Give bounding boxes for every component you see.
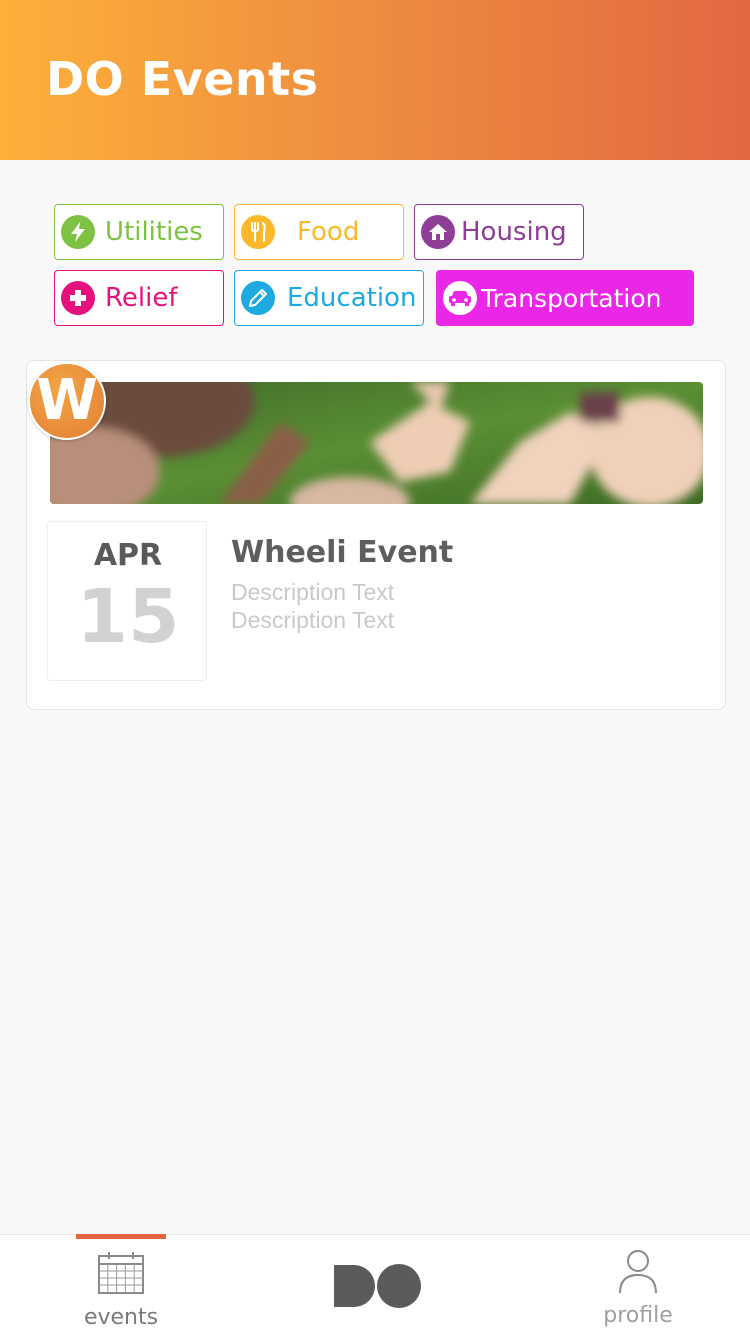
organizer-avatar: W bbox=[28, 362, 106, 440]
filter-chip-label: Utilities bbox=[105, 217, 203, 247]
filter-chip-label: Food bbox=[297, 217, 360, 247]
tab-events-label: events bbox=[83, 1305, 159, 1330]
filter-chip-food[interactable]: Food bbox=[234, 204, 404, 260]
event-title: Wheeli Event bbox=[231, 535, 454, 570]
utensils-icon bbox=[241, 215, 275, 249]
pencil-icon bbox=[241, 281, 275, 315]
app-header: DO Events bbox=[0, 0, 750, 160]
event-description-line: Description Text bbox=[231, 607, 395, 633]
filter-chip-education[interactable]: Education bbox=[234, 270, 424, 326]
filter-chip-relief[interactable]: Relief bbox=[54, 270, 224, 326]
filter-chip-label: Education bbox=[287, 283, 417, 313]
filter-chip-transportation[interactable]: Transportation bbox=[436, 270, 694, 326]
event-banner-image bbox=[50, 382, 703, 504]
filter-chip-utilities[interactable]: Utilities bbox=[54, 204, 224, 260]
organizer-avatar-letter: W bbox=[36, 368, 98, 433]
filter-chip-label: Transportation bbox=[481, 283, 662, 313]
event-description-line: Description Text bbox=[231, 579, 395, 605]
tab-profile-label: profile bbox=[603, 1303, 673, 1328]
filter-chip-housing[interactable]: Housing bbox=[414, 204, 584, 260]
do-logo-icon bbox=[334, 1264, 421, 1308]
event-day: 15 bbox=[76, 574, 180, 660]
tab-events[interactable]: events bbox=[60, 1235, 182, 1334]
tab-do-home[interactable] bbox=[320, 1235, 436, 1334]
user-icon bbox=[619, 1250, 657, 1294]
tab-profile[interactable]: profile bbox=[584, 1235, 692, 1334]
house-icon bbox=[421, 215, 455, 249]
event-date-box: APR 15 bbox=[47, 521, 207, 681]
bottom-tab-bar: events profile bbox=[0, 1234, 750, 1334]
event-card[interactable]: APR 15 Wheeli Event Description Text Des… bbox=[26, 360, 726, 710]
calendar-icon bbox=[98, 1252, 144, 1294]
filter-chip-label: Relief bbox=[105, 283, 178, 313]
page-title: DO Events bbox=[46, 52, 319, 106]
plus-icon bbox=[61, 281, 95, 315]
car-icon bbox=[443, 281, 477, 315]
filter-chip-label: Housing bbox=[461, 217, 567, 247]
event-month: APR bbox=[93, 538, 163, 573]
lightning-icon bbox=[61, 215, 95, 249]
